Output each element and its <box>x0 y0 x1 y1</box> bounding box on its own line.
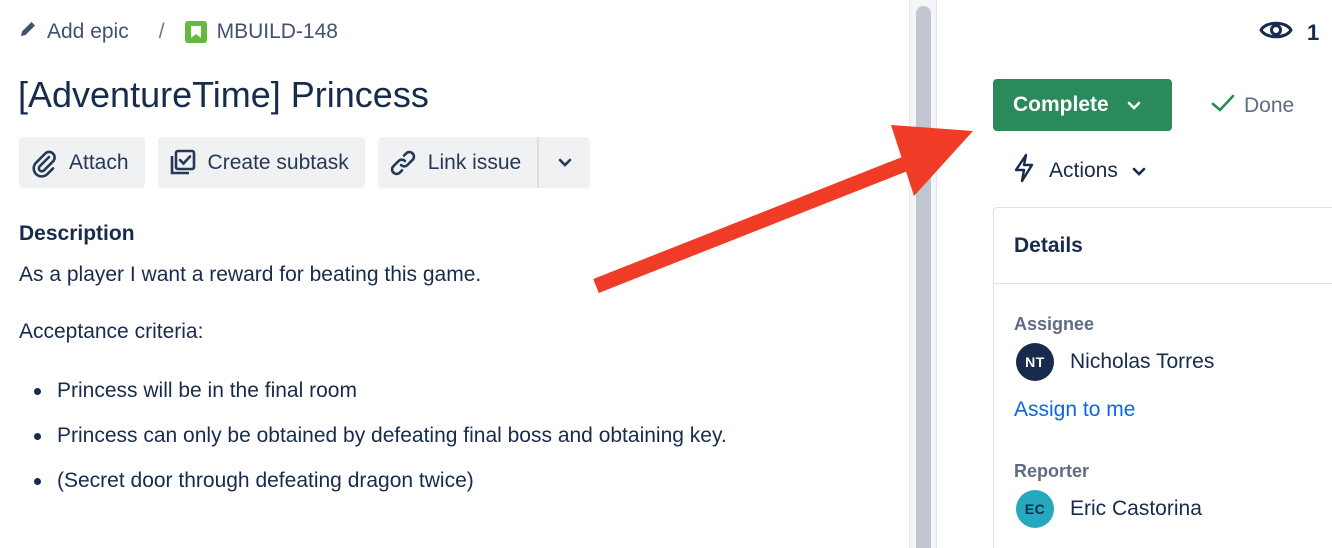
story-icon <box>184 21 207 43</box>
create-subtask-button[interactable]: Create subtask <box>157 137 365 188</box>
link-issue-button[interactable]: Link issue <box>377 137 538 188</box>
list-item: Princess will be in the final room <box>19 376 727 421</box>
details-panel: Details Assignee NT Nicholas Torres Assi… <box>993 207 1332 548</box>
description-heading: Description <box>19 222 135 245</box>
chevron-down-icon <box>558 158 572 168</box>
link-icon <box>388 148 418 178</box>
actions-label: Actions <box>1049 159 1118 182</box>
list-item: (Secret door through defeating dragon tw… <box>19 466 727 511</box>
complete-label: Complete <box>1013 93 1109 116</box>
list-item: Princess can only be obtained by defeati… <box>19 421 727 466</box>
chevron-down-icon <box>1132 159 1146 183</box>
acceptance-criteria-label: Acceptance criteria: <box>19 320 204 343</box>
attach-button[interactable]: Attach <box>19 137 145 188</box>
assign-to-me-link[interactable]: Assign to me <box>1014 398 1135 422</box>
attach-label: Attach <box>69 150 129 174</box>
pane-scrollbar[interactable] <box>909 0 937 548</box>
issue-key-link[interactable]: MBUILD-148 <box>184 20 338 44</box>
details-heading[interactable]: Details <box>994 208 1332 284</box>
add-epic-link[interactable]: Add epic <box>19 20 129 44</box>
acceptance-criteria-list: Princess will be in the final room Princ… <box>19 376 727 511</box>
reporter-avatar: EC <box>1016 490 1054 528</box>
breadcrumb-separator: / <box>158 20 165 43</box>
reporter-label: Reporter <box>1014 461 1090 481</box>
link-issue-split-button: Link issue <box>377 137 591 188</box>
reporter-field[interactable]: EC Eric Castorina <box>1016 490 1202 528</box>
breadcrumb: Add epic / MBUILD-148 <box>19 18 338 46</box>
scrollbar-thumb[interactable] <box>916 6 931 548</box>
lightning-icon <box>1013 153 1035 189</box>
assignee-avatar: NT <box>1016 343 1054 381</box>
watch-button[interactable]: 1 <box>1259 18 1319 48</box>
actions-button[interactable]: Actions <box>1013 153 1146 189</box>
done-transition-button[interactable]: Done <box>1210 92 1294 120</box>
assignee-field[interactable]: NT Nicholas Torres <box>1016 343 1214 381</box>
subtask-icon <box>168 148 198 178</box>
link-issue-label: Link issue <box>427 150 522 174</box>
paperclip-icon <box>29 148 59 178</box>
create-subtask-label: Create subtask <box>207 150 349 174</box>
add-epic-label: Add epic <box>47 20 129 43</box>
description-summary[interactable]: As a player I want a reward for beating … <box>19 263 481 287</box>
chevron-down-icon <box>1127 93 1141 117</box>
issue-key: MBUILD-148 <box>216 20 338 43</box>
issue-title[interactable]: [AdventureTime] Princess <box>18 74 429 116</box>
issue-toolbar: Attach Create subtask Link issue <box>19 137 591 188</box>
assignee-name: Nicholas Torres <box>1070 350 1215 373</box>
watcher-count: 1 <box>1307 20 1320 45</box>
checkmark-icon <box>1210 92 1236 120</box>
eye-icon <box>1259 18 1293 48</box>
assignee-label: Assignee <box>1014 314 1095 334</box>
pencil-icon <box>19 20 37 44</box>
done-label: Done <box>1244 94 1295 117</box>
complete-status-button[interactable]: Complete <box>993 79 1172 131</box>
more-options-button[interactable] <box>539 137 591 188</box>
reporter-name: Eric Castorina <box>1070 497 1202 520</box>
